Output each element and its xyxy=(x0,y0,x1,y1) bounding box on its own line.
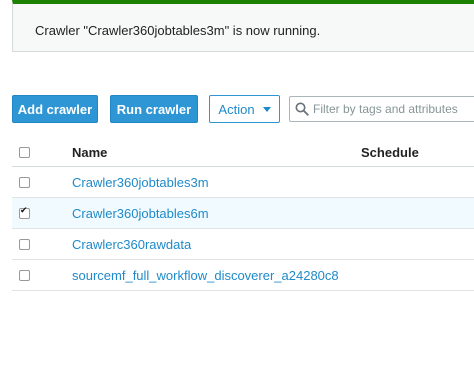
banner-message: Crawler "Crawler360jobtables3m" is now r… xyxy=(35,23,321,38)
table-row[interactable]: Crawlerc360rawdata xyxy=(12,229,474,260)
filter-search-box[interactable] xyxy=(289,96,474,122)
row-checkbox[interactable] xyxy=(19,206,30,219)
table-row[interactable]: sourcemf_full_workflow_discoverer_a24280… xyxy=(12,260,474,291)
table-row[interactable]: Crawler360jobtables6m xyxy=(12,198,474,229)
action-label: Action xyxy=(218,101,255,117)
row-checkbox[interactable] xyxy=(19,239,30,250)
success-banner: Crawler "Crawler360jobtables3m" is now r… xyxy=(12,0,474,52)
crawlers-table: Name Schedule Crawler360jobtables3m Crawl… xyxy=(12,137,474,291)
add-crawler-button[interactable]: Add crawler xyxy=(12,95,98,123)
action-dropdown-button[interactable]: Action xyxy=(209,95,280,123)
crawler-name-link[interactable]: sourcemf_full_workflow_discoverer_a24280… xyxy=(72,268,339,283)
table-header-row: Name Schedule xyxy=(12,137,474,167)
run-crawler-button[interactable]: Run crawler xyxy=(110,95,198,123)
search-icon xyxy=(295,102,309,116)
row-checkbox[interactable] xyxy=(19,270,30,281)
column-header-schedule[interactable]: Schedule xyxy=(361,145,419,160)
column-header-name[interactable]: Name xyxy=(72,145,107,160)
crawler-name-link[interactable]: Crawlerc360rawdata xyxy=(72,237,191,252)
row-checkbox[interactable] xyxy=(19,177,30,188)
table-row[interactable]: Crawler360jobtables3m xyxy=(12,167,474,198)
caret-down-icon xyxy=(262,107,271,112)
filter-input[interactable] xyxy=(313,98,474,120)
select-all-checkbox[interactable] xyxy=(19,147,30,158)
crawler-name-link[interactable]: Crawler360jobtables3m xyxy=(72,175,209,190)
crawler-name-link[interactable]: Crawler360jobtables6m xyxy=(72,206,209,221)
